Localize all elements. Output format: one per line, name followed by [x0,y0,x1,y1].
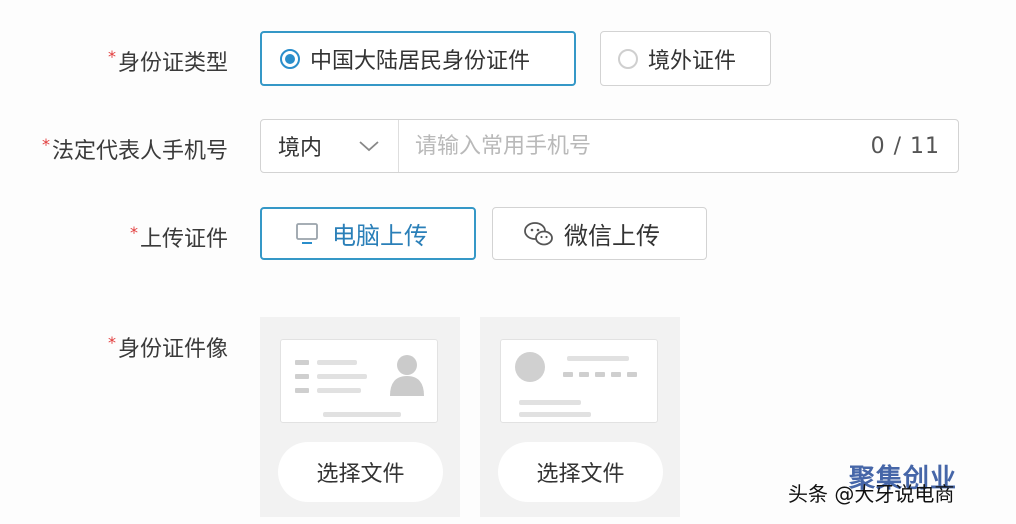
id-front-choose-file-button[interactable]: 选择文件 [278,442,443,502]
id-back-choose-file-button[interactable]: 选择文件 [498,442,663,502]
phone-label: * 法定代表人手机号 [42,133,228,165]
id-type-label: * 身份证类型 [108,45,228,77]
phone-input[interactable] [399,120,871,172]
id-back-upload-card: 选择文件 [480,317,680,517]
id-images-label: * 身份证件像 [108,331,228,363]
id-type-option-mainland-label: 中国大陆居民身份证件 [310,48,531,74]
upload-label: * 上传证件 [130,221,228,253]
required-mark: * [107,46,116,66]
region-select[interactable]: 境内 [261,120,399,172]
wechat-icon [524,221,553,245]
phone-label-text: 法定代表人手机号 [51,139,228,164]
id-type-option-overseas[interactable]: 境外证件 [600,31,771,86]
id-type-option-mainland[interactable]: 中国大陆居民身份证件 [260,31,576,86]
region-select-value: 境内 [278,136,323,161]
required-mark: * [41,134,50,154]
required-mark: * [107,332,116,352]
id-type-option-overseas-label: 境外证件 [648,48,737,74]
id-type-label-text: 身份证类型 [117,51,228,76]
phone-field-group: 境内 0 / 11 [260,119,959,173]
id-front-upload-card: 选择文件 [260,317,460,517]
monitor-icon [296,222,318,244]
wechat-upload-button[interactable]: 微信上传 [492,207,707,260]
required-mark: * [129,222,138,242]
radio-checked-icon [280,48,300,69]
chevron-down-icon [359,141,379,152]
source-watermark: 头条 @大牙说电商 [788,482,955,506]
id-back-illustration [500,339,658,423]
upload-label-text: 上传证件 [139,227,228,252]
avatar-silhouette-icon [390,355,424,396]
id-images-label-text: 身份证件像 [117,337,228,362]
wechat-upload-button-label: 微信上传 [564,222,660,250]
id-front-illustration [280,339,438,423]
radio-unchecked-icon [618,48,638,69]
pc-upload-button-label: 电脑上传 [332,222,428,250]
phone-char-counter: 0 / 11 [870,133,940,159]
pc-upload-button[interactable]: 电脑上传 [260,207,476,260]
emblem-icon [515,352,545,382]
